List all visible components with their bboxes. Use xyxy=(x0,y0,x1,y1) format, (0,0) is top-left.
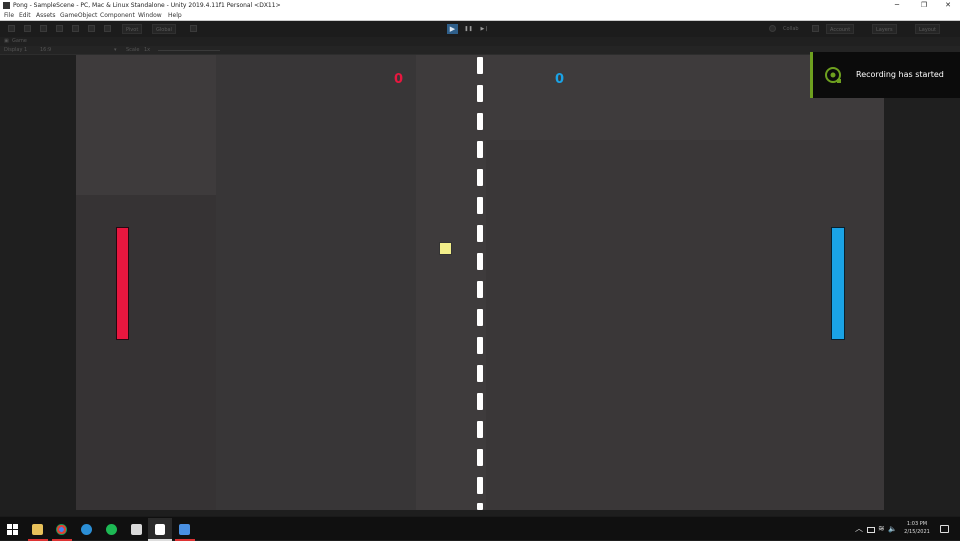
play-button[interactable]: ▶ xyxy=(447,24,458,34)
spotify-icon[interactable] xyxy=(106,524,117,535)
menu-help[interactable]: Help xyxy=(168,11,182,21)
transform-tool-icon[interactable] xyxy=(88,25,95,32)
system-clock[interactable]: 1:03 PM 2/15/2021 xyxy=(900,520,934,536)
net-dash xyxy=(477,197,483,214)
menu-assets[interactable]: Assets xyxy=(36,11,56,21)
layers-dropdown[interactable]: Layers xyxy=(872,24,897,34)
window-title: Pong - SampleScene - PC, Mac & Linux Sta… xyxy=(13,2,281,9)
right-paddle xyxy=(831,227,845,340)
cloud-icon[interactable] xyxy=(812,25,819,32)
menu-gameobject[interactable]: GameObject xyxy=(60,11,97,21)
menu-bar: File Edit Assets GameObject Component Wi… xyxy=(0,11,960,21)
court-shadow-left xyxy=(76,195,216,510)
game-tab-icon: ▣ xyxy=(4,38,9,44)
net-dash xyxy=(477,57,483,74)
scale-slider[interactable] xyxy=(158,50,220,51)
layout-dropdown[interactable]: Layout xyxy=(915,24,940,34)
wifi-icon[interactable]: ≋ xyxy=(878,523,885,535)
game-view[interactable]: 0 0 xyxy=(0,55,960,510)
custom-tool-icon[interactable] xyxy=(104,25,111,32)
pivot-toggle[interactable]: Pivot xyxy=(122,24,143,34)
global-toggle[interactable]: Global xyxy=(152,24,176,34)
net-dash xyxy=(477,337,483,354)
left-paddle xyxy=(116,227,129,340)
net-dash xyxy=(477,309,483,326)
net-dash xyxy=(477,393,483,410)
main-toolbar: Pivot Global ▶ ❚❚ ▶❘ Collab Account Laye… xyxy=(0,21,960,37)
unity-icon[interactable] xyxy=(155,524,165,535)
unity-app-icon xyxy=(3,2,10,9)
folder-icon[interactable] xyxy=(131,524,142,535)
net-dash xyxy=(477,225,483,242)
menu-window[interactable]: Window xyxy=(138,11,162,21)
minimize-button[interactable]: ─ xyxy=(887,0,907,11)
collab-label[interactable]: Collab xyxy=(780,24,802,34)
chevron-down-icon[interactable]: ▾ xyxy=(114,46,117,55)
editor-tab-bar: ▣ Game xyxy=(0,37,960,46)
tab-game[interactable]: Game xyxy=(12,37,27,46)
file-explorer-icon[interactable] xyxy=(32,524,43,535)
net-dash xyxy=(477,253,483,270)
collab-icon[interactable] xyxy=(769,25,776,32)
court-shadow-mid xyxy=(216,55,416,510)
net-dash xyxy=(477,449,483,466)
visual-studio-icon[interactable] xyxy=(179,524,190,535)
tray-overflow-chevron-icon[interactable]: ︿ xyxy=(855,523,863,535)
net-dash xyxy=(477,281,483,298)
net-dash xyxy=(477,169,483,186)
move-tool-icon[interactable] xyxy=(24,25,31,32)
grid-snap-icon[interactable] xyxy=(190,25,197,32)
net-dash xyxy=(477,85,483,102)
xbox-game-bar-icon xyxy=(825,67,841,83)
net-dash xyxy=(477,113,483,130)
recording-notification[interactable]: Recording has started xyxy=(810,52,960,98)
window-title-bar: Pong - SampleScene - PC, Mac & Linux Sta… xyxy=(0,0,960,11)
pause-button[interactable]: ❚❚ xyxy=(463,24,474,34)
windows-taskbar: ︿ ≋ 🔈 1:03 PM 2/15/2021 xyxy=(0,516,960,541)
court-shadow-right xyxy=(486,140,884,510)
menu-edit[interactable]: Edit xyxy=(19,11,31,21)
hand-tool-icon[interactable] xyxy=(8,25,15,32)
volume-icon[interactable]: 🔈 xyxy=(888,523,897,535)
ball xyxy=(439,242,452,255)
scale-value: 1x xyxy=(144,47,151,53)
net-dash xyxy=(477,141,483,158)
scale-tool-icon[interactable] xyxy=(56,25,63,32)
rotate-tool-icon[interactable] xyxy=(40,25,47,32)
net-dash xyxy=(477,421,483,438)
clock-time: 1:03 PM xyxy=(906,521,928,527)
clock-date: 2/15/2021 xyxy=(904,529,930,535)
left-score: 0 xyxy=(394,72,404,87)
aspect-dropdown[interactable]: 16:9 xyxy=(40,46,51,55)
rect-tool-icon[interactable] xyxy=(72,25,79,32)
net-dash xyxy=(477,477,483,494)
step-button[interactable]: ▶❘ xyxy=(479,24,490,34)
net-dash xyxy=(477,503,483,510)
net-dash xyxy=(477,365,483,382)
windows-start-icon[interactable] xyxy=(7,524,18,535)
menu-component[interactable]: Component xyxy=(100,11,135,21)
edge-icon[interactable] xyxy=(81,524,92,535)
close-button[interactable]: ✕ xyxy=(938,0,958,11)
account-dropdown[interactable]: Account xyxy=(826,24,855,34)
notification-center-icon[interactable] xyxy=(940,525,949,533)
display-dropdown[interactable]: Display 1 xyxy=(4,46,27,55)
right-score: 0 xyxy=(555,72,565,87)
chrome-icon[interactable] xyxy=(56,524,67,535)
notification-text: Recording has started xyxy=(856,70,944,79)
menu-file[interactable]: File xyxy=(4,11,14,21)
network-icon[interactable] xyxy=(867,527,875,533)
scale-label: Scale xyxy=(126,47,140,53)
maximize-button[interactable]: ❐ xyxy=(914,0,934,11)
